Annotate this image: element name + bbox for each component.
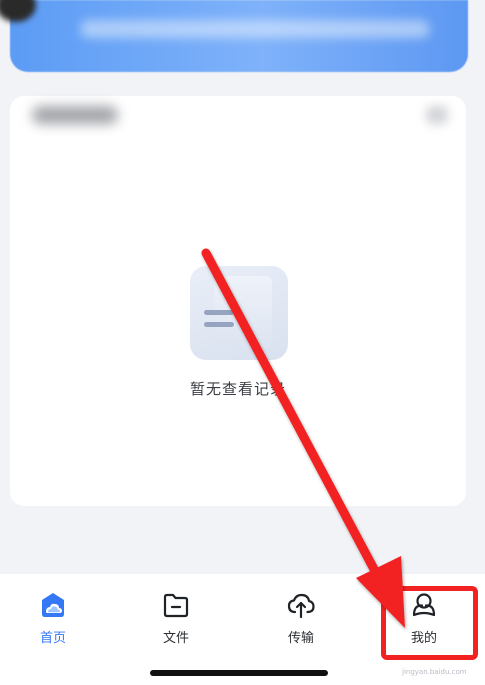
tab-files[interactable]: 文件: [136, 590, 216, 650]
home-indicator[interactable]: [150, 670, 328, 676]
document-line: [204, 322, 234, 327]
tab-transfer[interactable]: 传输: [261, 590, 341, 650]
top-banner[interactable]: [0, 0, 468, 72]
annotation-highlight-box: [381, 586, 478, 660]
recent-title-blurred: [32, 106, 118, 124]
empty-document-illustration: [190, 266, 288, 360]
banner-text-blurred: [80, 20, 430, 38]
recent-records-card: 暂无查看记录: [10, 96, 466, 506]
recent-more-blurred: [426, 106, 448, 124]
tab-files-label: 文件: [162, 631, 189, 646]
document-line: [204, 310, 234, 315]
tab-home[interactable]: 首页: [13, 590, 93, 650]
tab-home-label: 首页: [39, 631, 66, 646]
watermark-text: jingyan.baidu.com: [402, 668, 467, 676]
banner-avatar-blur: [0, 0, 36, 22]
tab-transfer-label: 传输: [287, 631, 314, 646]
home-cloud-icon: [42, 593, 64, 617]
empty-state-text: 暂无查看记录: [189, 380, 286, 398]
upload-cloud-icon: [287, 593, 315, 619]
folder-icon: [163, 593, 189, 618]
